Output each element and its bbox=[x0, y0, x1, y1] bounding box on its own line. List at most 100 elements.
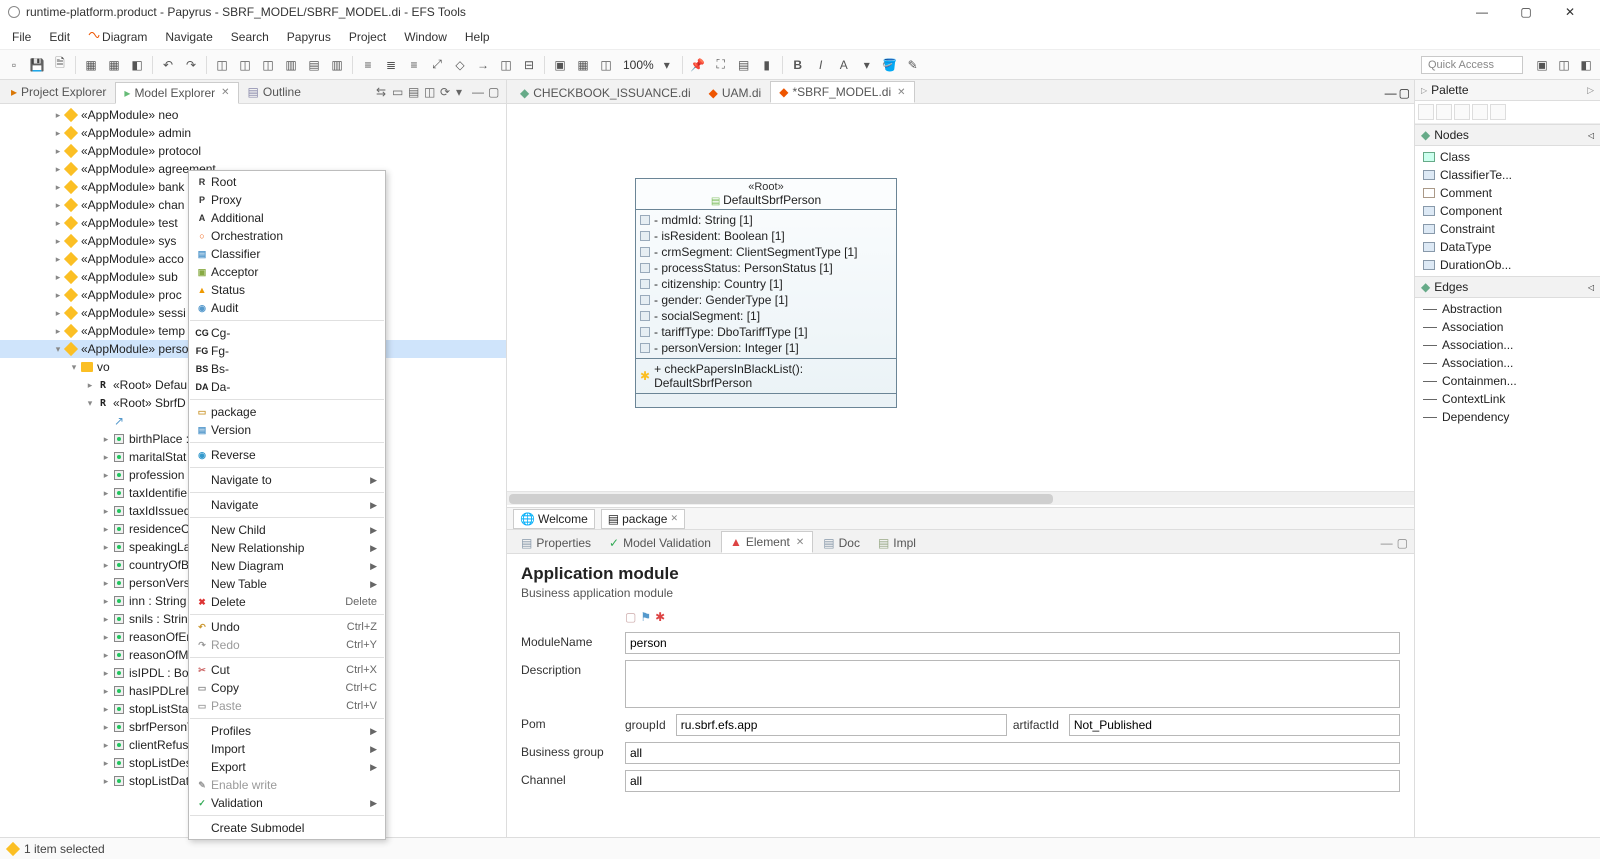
ctx-orchestration[interactable]: ○Orchestration bbox=[189, 227, 385, 245]
canvas-hscroll[interactable] bbox=[507, 491, 1414, 505]
tool-h-icon[interactable]: ▤ bbox=[304, 55, 324, 75]
tool-a-icon[interactable]: ▦ bbox=[81, 55, 101, 75]
ctx-profiles[interactable]: Profiles▶ bbox=[189, 722, 385, 740]
minimize-editor-icon[interactable]: — bbox=[1385, 86, 1397, 100]
new-icon[interactable]: ▫ bbox=[4, 55, 24, 75]
ctx-version[interactable]: ▤Version bbox=[189, 421, 385, 439]
filter2-icon[interactable]: ◫ bbox=[424, 85, 438, 99]
fill-icon[interactable]: 🪣 bbox=[880, 55, 900, 75]
tool-f-icon[interactable]: ◫ bbox=[258, 55, 278, 75]
quick-access[interactable]: Quick Access bbox=[1421, 56, 1523, 74]
uml-attribute[interactable]: - tariffType: DboTariffType [1] bbox=[640, 324, 892, 340]
maximize-props-icon[interactable]: ▢ bbox=[1397, 536, 1408, 550]
perspective-papyrus-icon[interactable]: ◫ bbox=[1554, 55, 1574, 75]
ctx-navigate[interactable]: Navigate▶ bbox=[189, 496, 385, 514]
ctx-cut[interactable]: ✂CutCtrl+X bbox=[189, 661, 385, 679]
description-input[interactable] bbox=[625, 660, 1400, 708]
maximize-button[interactable]: ▢ bbox=[1504, 0, 1548, 24]
canvas-tab-welcome[interactable]: 🌐Welcome bbox=[513, 509, 595, 529]
link-icon[interactable]: ⇆ bbox=[376, 85, 390, 99]
ctx-navigate-to[interactable]: Navigate to▶ bbox=[189, 471, 385, 489]
ctx-copy[interactable]: ▭CopyCtrl+C bbox=[189, 679, 385, 697]
collapse-icon[interactable]: ▭ bbox=[392, 85, 406, 99]
tab-model-validation[interactable]: ✓Model Validation bbox=[601, 533, 719, 553]
tab-project-explorer[interactable]: ▸Project Explorer bbox=[2, 81, 115, 103]
ctx-redo[interactable]: ↷RedoCtrl+Y bbox=[189, 636, 385, 654]
ctx-new-relationship[interactable]: New Relationship▶ bbox=[189, 539, 385, 557]
artifactid-input[interactable] bbox=[1069, 714, 1400, 736]
tab-doc[interactable]: ▤Doc bbox=[815, 533, 868, 553]
tool-g-icon[interactable]: ▥ bbox=[281, 55, 301, 75]
uml-attribute[interactable]: - mdmId: String [1] bbox=[640, 212, 892, 228]
palette-edges-header[interactable]: ◆Edges◁ bbox=[1415, 276, 1600, 298]
perspective-other-icon[interactable]: ◧ bbox=[1576, 55, 1596, 75]
menu-search[interactable]: Search bbox=[223, 28, 277, 46]
ctx-import[interactable]: Import▶ bbox=[189, 740, 385, 758]
ctx-root[interactable]: RRoot bbox=[189, 173, 385, 191]
palette-marquee-icon[interactable] bbox=[1454, 104, 1470, 120]
tool-p-icon[interactable]: ◫ bbox=[496, 55, 516, 75]
tab-sbrf-model[interactable]: ◆*SBRF_MODEL.di✕ bbox=[770, 81, 914, 103]
ctx-new-diagram[interactable]: New Diagram▶ bbox=[189, 557, 385, 575]
menu-window[interactable]: Window bbox=[396, 28, 455, 46]
view-menu-icon[interactable]: ▾ bbox=[456, 85, 470, 99]
font-icon[interactable]: A bbox=[834, 55, 854, 75]
minimize-view-icon[interactable]: — bbox=[472, 85, 486, 99]
delete-ref-icon[interactable]: ✱ bbox=[655, 610, 665, 624]
ctx-cg[interactable]: CGCg- bbox=[189, 324, 385, 342]
palette-select-icon[interactable] bbox=[1418, 104, 1434, 120]
close-icon[interactable]: ✕ bbox=[897, 87, 905, 98]
tool-m-icon[interactable]: ⤢ bbox=[427, 55, 447, 75]
ctx-undo[interactable]: ↶UndoCtrl+Z bbox=[189, 618, 385, 636]
palette-menu-icon[interactable]: ▷ bbox=[1587, 85, 1594, 96]
tab-element[interactable]: ▲Element✕ bbox=[721, 531, 813, 553]
palette-node-item[interactable]: Comment bbox=[1419, 184, 1596, 202]
zoom-level[interactable]: 100% bbox=[623, 58, 654, 72]
palette-node-item[interactable]: DurationOb... bbox=[1419, 256, 1596, 274]
perspective-open-icon[interactable]: ▣ bbox=[1532, 55, 1552, 75]
palette-edge-item[interactable]: ContextLink bbox=[1419, 390, 1596, 408]
ctx-validation[interactable]: ✓Validation▶ bbox=[189, 794, 385, 812]
tag-icon[interactable]: ⚑ bbox=[640, 610, 651, 624]
ctx-bs[interactable]: BSBs- bbox=[189, 360, 385, 378]
palette-edge-item[interactable]: Association bbox=[1419, 318, 1596, 336]
sync-icon[interactable]: ⟳ bbox=[440, 85, 454, 99]
ctx-enable-write[interactable]: ✎Enable write bbox=[189, 776, 385, 794]
ctx-new-child[interactable]: New Child▶ bbox=[189, 521, 385, 539]
highlight-icon[interactable]: ▮ bbox=[757, 55, 777, 75]
tool-l-icon[interactable]: ≡ bbox=[404, 55, 424, 75]
tool-o-icon[interactable]: → bbox=[473, 55, 493, 75]
uml-attribute[interactable]: - socialSegment: [1] bbox=[640, 308, 892, 324]
palette-edge-item[interactable]: Containmen... bbox=[1419, 372, 1596, 390]
menu-papyrus[interactable]: Papyrus bbox=[279, 28, 339, 46]
uml-attribute[interactable]: - citizenship: Country [1] bbox=[640, 276, 892, 292]
tool-b-icon[interactable]: ▦ bbox=[104, 55, 124, 75]
uml-attribute[interactable]: - processStatus: PersonStatus [1] bbox=[640, 260, 892, 276]
collapse-palette-icon[interactable]: ▷ bbox=[1421, 86, 1427, 95]
ctx-audit[interactable]: ◉Audit bbox=[189, 299, 385, 317]
palette-edge-item[interactable]: Dependency bbox=[1419, 408, 1596, 426]
palette-nodes-header[interactable]: ◆Nodes◁ bbox=[1415, 124, 1600, 146]
menu-edit[interactable]: Edit bbox=[41, 28, 78, 46]
palette-edge-item[interactable]: Association... bbox=[1419, 354, 1596, 372]
menu-diagram[interactable]: Diagram bbox=[80, 27, 155, 46]
minimize-button[interactable]: — bbox=[1460, 0, 1504, 24]
palette-node-item[interactable]: DataType bbox=[1419, 238, 1596, 256]
tab-properties[interactable]: ▤Properties bbox=[513, 533, 599, 553]
grid-icon[interactable]: ▦ bbox=[573, 55, 593, 75]
save-icon[interactable]: 💾 bbox=[27, 55, 47, 75]
tool-j-icon[interactable]: ≡ bbox=[358, 55, 378, 75]
redo-icon[interactable]: ↷ bbox=[181, 55, 201, 75]
ctx-export[interactable]: Export▶ bbox=[189, 758, 385, 776]
zoom-dropdown-icon[interactable]: ▾ bbox=[657, 55, 677, 75]
palette-node-item[interactable]: Class bbox=[1419, 148, 1596, 166]
layer-icon[interactable]: ▤ bbox=[734, 55, 754, 75]
close-icon[interactable]: ✕ bbox=[796, 537, 804, 548]
menu-help[interactable]: Help bbox=[457, 28, 498, 46]
ctx-delete[interactable]: ✖DeleteDelete bbox=[189, 593, 385, 611]
uml-class-box[interactable]: «Root» DefaultSbrfPerson - mdmId: String… bbox=[635, 178, 897, 408]
close-icon[interactable]: ✕ bbox=[221, 87, 229, 98]
diagram-canvas[interactable]: «Root» DefaultSbrfPerson - mdmId: String… bbox=[507, 104, 1414, 529]
bold-icon[interactable]: B bbox=[788, 55, 808, 75]
uml-attribute[interactable]: - crmSegment: ClientSegmentType [1] bbox=[640, 244, 892, 260]
